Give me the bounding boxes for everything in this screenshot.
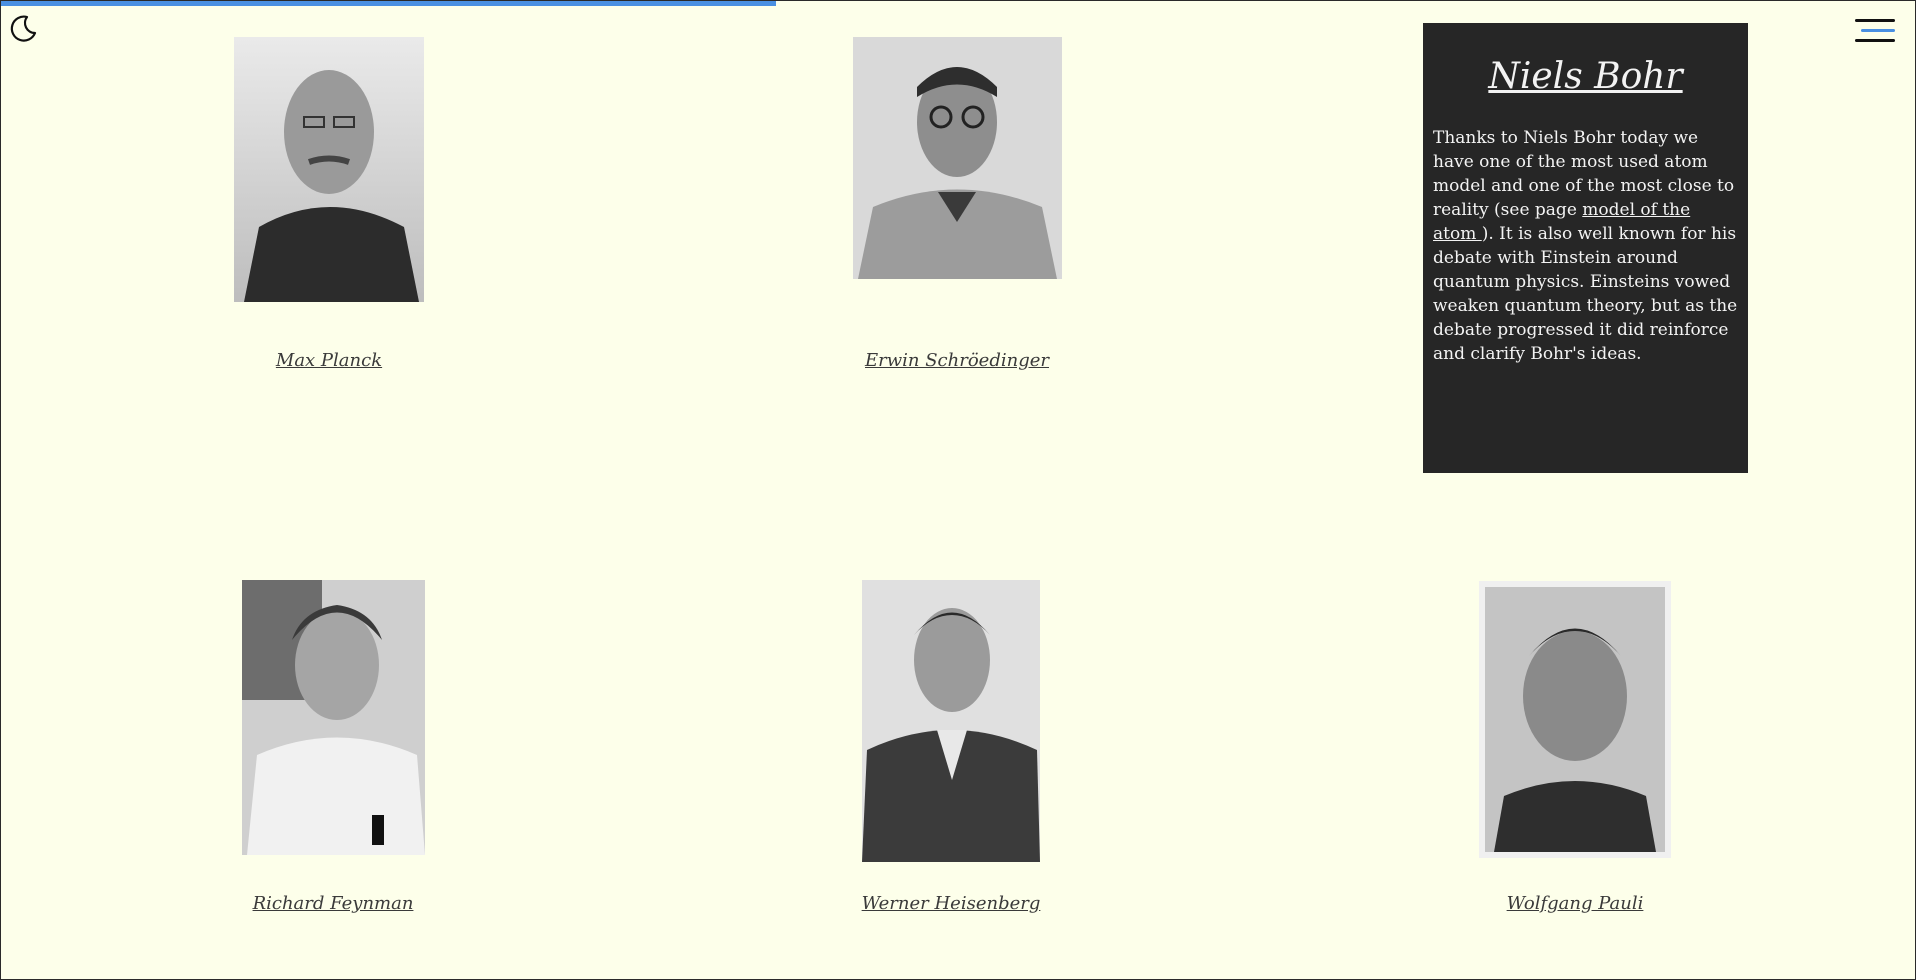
werner-heisenberg-photo[interactable] xyxy=(862,580,1040,862)
scientist-link-richard-feynman[interactable]: Richard Feynman xyxy=(253,893,414,914)
dark-mode-toggle[interactable] xyxy=(7,13,39,45)
moon-icon xyxy=(10,15,37,42)
bio-text-after-link: ). It is also well known for his debate … xyxy=(1433,224,1738,365)
reading-progress-bar xyxy=(1,1,1915,6)
bio-text: Thanks to Niels Bohr today we have one o… xyxy=(1433,126,1738,366)
scientist-bio-panel: Niels Bohr Thanks to Niels Bohr today we… xyxy=(1423,23,1748,473)
wolfgang-pauli-photo[interactable] xyxy=(1479,581,1671,858)
scientist-link-werner-heisenberg[interactable]: Werner Heisenberg xyxy=(862,893,1041,914)
scientist-link-max-planck[interactable]: Max Planck xyxy=(276,350,382,371)
hamburger-menu-button[interactable] xyxy=(1855,17,1897,47)
scientist-link-erwin-schroedinger[interactable]: Erwin Schröedinger xyxy=(865,350,1049,371)
reading-progress-fill xyxy=(1,1,777,6)
scientist-link-wolfgang-pauli[interactable]: Wolfgang Pauli xyxy=(1507,893,1644,914)
bio-title-link[interactable]: Niels Bohr xyxy=(1433,55,1738,98)
erwin-schroedinger-photo[interactable] xyxy=(853,37,1062,279)
max-planck-photo[interactable] xyxy=(234,37,424,302)
richard-feynman-photo[interactable] xyxy=(242,580,425,855)
